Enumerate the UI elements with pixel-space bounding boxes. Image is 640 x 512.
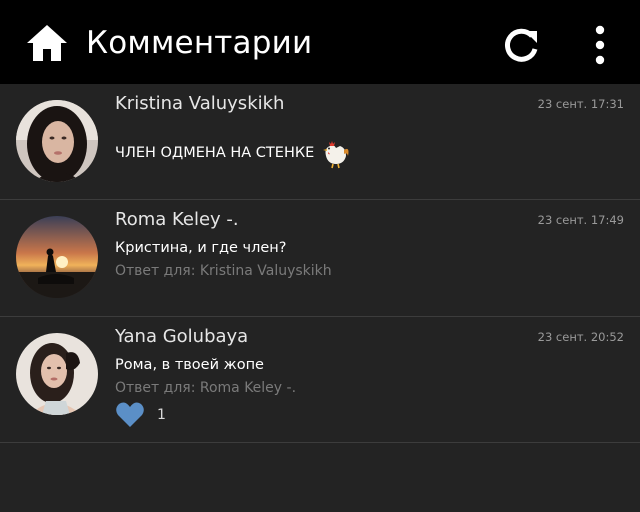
reply-to-label[interactable]: Ответ для: Roma Keley -.	[115, 378, 296, 398]
more-vertical-icon	[595, 25, 605, 65]
comment-text: Рома, в твоей жопе	[115, 357, 264, 373]
comment-list: Kristina Valuyskikh 23 сент. 17:31 ЧЛЕН …	[0, 84, 640, 443]
heart-icon	[116, 402, 144, 427]
comment-item[interactable]: Yana Golubaya 23 сент. 20:52 Рома, в тво…	[0, 317, 640, 443]
overflow-menu-button[interactable]	[584, 24, 616, 66]
avatar[interactable]	[16, 216, 98, 298]
comments-screen: Комментарии Kristina Valuyskikh 23 сент.…	[0, 0, 640, 512]
like-button[interactable]: 1	[115, 400, 166, 430]
comment-time: 23 сент. 17:31	[537, 97, 624, 111]
comment-item[interactable]: Roma Keley -. 23 сент. 17:49 Кристина, и…	[0, 200, 640, 317]
home-button[interactable]	[24, 22, 70, 64]
reply-to-label[interactable]: Ответ для: Kristina Valuyskikh	[115, 261, 332, 281]
rooster-icon	[323, 141, 349, 169]
comment-author[interactable]: Roma Keley -.	[115, 208, 239, 232]
avatar[interactable]	[16, 100, 98, 182]
comment-text: ЧЛЕН ОДМЕНА НА СТЕНКЕ	[115, 145, 315, 161]
comment-time: 23 сент. 17:49	[537, 213, 624, 227]
like-count: 1	[157, 407, 166, 423]
avatar[interactable]	[16, 333, 98, 415]
comment-item[interactable]: Kristina Valuyskikh 23 сент. 17:31 ЧЛЕН …	[0, 84, 640, 200]
comment-author[interactable]: Kristina Valuyskikh	[115, 92, 284, 116]
home-icon	[27, 25, 67, 61]
action-bar: Комментарии	[0, 0, 640, 84]
comment-text: Кристина, и где член?	[115, 240, 287, 256]
refresh-icon	[505, 28, 538, 62]
comment-time: 23 сент. 20:52	[537, 330, 624, 344]
page-title: Комментарии	[86, 25, 313, 61]
comment-author[interactable]: Yana Golubaya	[115, 325, 248, 349]
refresh-button[interactable]	[500, 24, 542, 66]
comment-text-row: ЧЛЕН ОДМЕНА НА СТЕНКЕ	[115, 136, 352, 170]
